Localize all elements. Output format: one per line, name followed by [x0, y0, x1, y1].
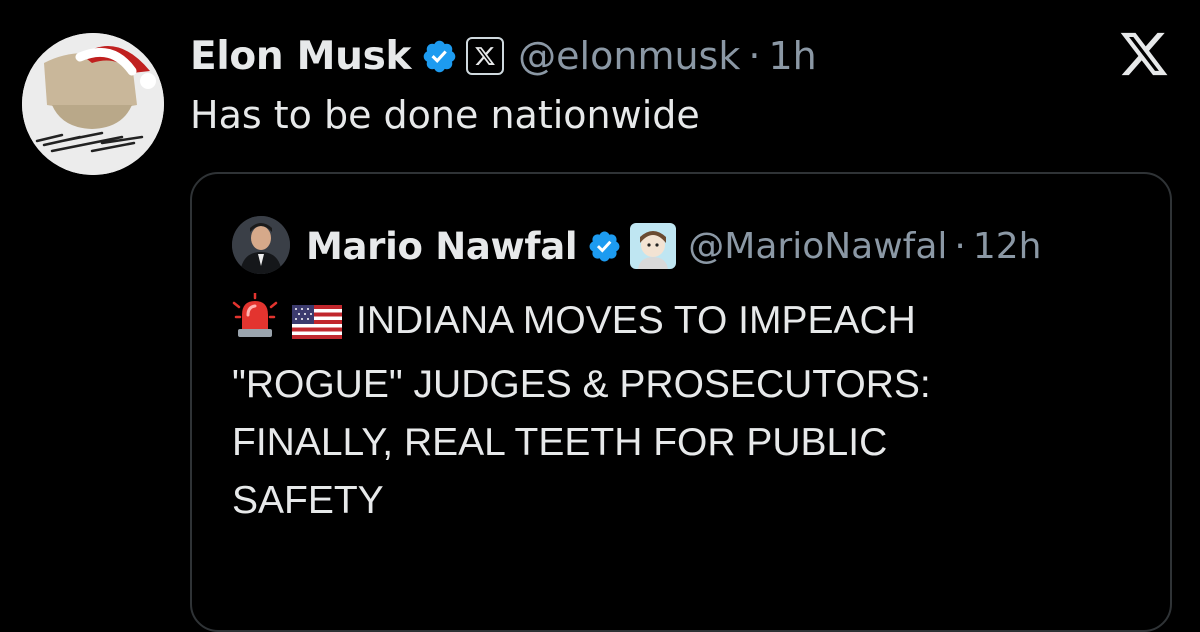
us-flag-emoji — [292, 298, 342, 356]
quoted-author-name[interactable]: Mario Nawfal — [306, 225, 578, 268]
x-affiliate-icon[interactable] — [466, 37, 505, 75]
verified-badge-icon[interactable] — [587, 229, 622, 264]
tweet-text: Has to be done nationwide — [190, 93, 700, 137]
quoted-tweet-card[interactable]: Mario Nawfal @MarioNawfal · 12h INDIANA … — [190, 172, 1172, 632]
rotating-light-emoji — [232, 291, 278, 356]
quoted-text-line-4: SAFETY — [232, 479, 384, 522]
quoted-tweet-text: INDIANA MOVES TO IMPEACH "ROGUE" JUDGES … — [232, 291, 1132, 530]
separator-dot: · — [748, 34, 761, 78]
author-avatar[interactable] — [22, 33, 164, 175]
quoted-text-line: INDIANA MOVES TO IMPEACH — [232, 291, 1132, 356]
separator-dot: · — [954, 225, 966, 267]
verified-badge-icon[interactable] — [421, 38, 458, 75]
quoted-author-handle[interactable]: @MarioNawfal — [688, 226, 947, 267]
affiliate-avatar-icon[interactable] — [630, 223, 677, 269]
avatar-image — [22, 33, 164, 175]
author-handle[interactable]: @elonmusk — [518, 34, 740, 78]
quoted-tweet-timestamp[interactable]: 12h — [973, 226, 1042, 267]
quoted-author-avatar[interactable] — [232, 216, 290, 274]
quoted-text-line-2: "ROGUE" JUDGES & PROSECUTORS: — [232, 363, 931, 406]
quoted-avatar-image — [232, 216, 290, 274]
tweet-timestamp[interactable]: 1h — [768, 34, 816, 78]
quoted-text-line-3: FINALLY, REAL TEETH FOR PUBLIC — [232, 421, 888, 464]
x-logo-icon — [1118, 28, 1170, 80]
quoted-tweet-header: Mario Nawfal @MarioNawfal · 12h — [306, 218, 1041, 274]
tweet-header: Elon Musk @elonmusk · 1h — [190, 28, 817, 84]
quoted-text-line-1: INDIANA MOVES TO IMPEACH — [356, 299, 916, 342]
author-name[interactable]: Elon Musk — [190, 34, 411, 79]
